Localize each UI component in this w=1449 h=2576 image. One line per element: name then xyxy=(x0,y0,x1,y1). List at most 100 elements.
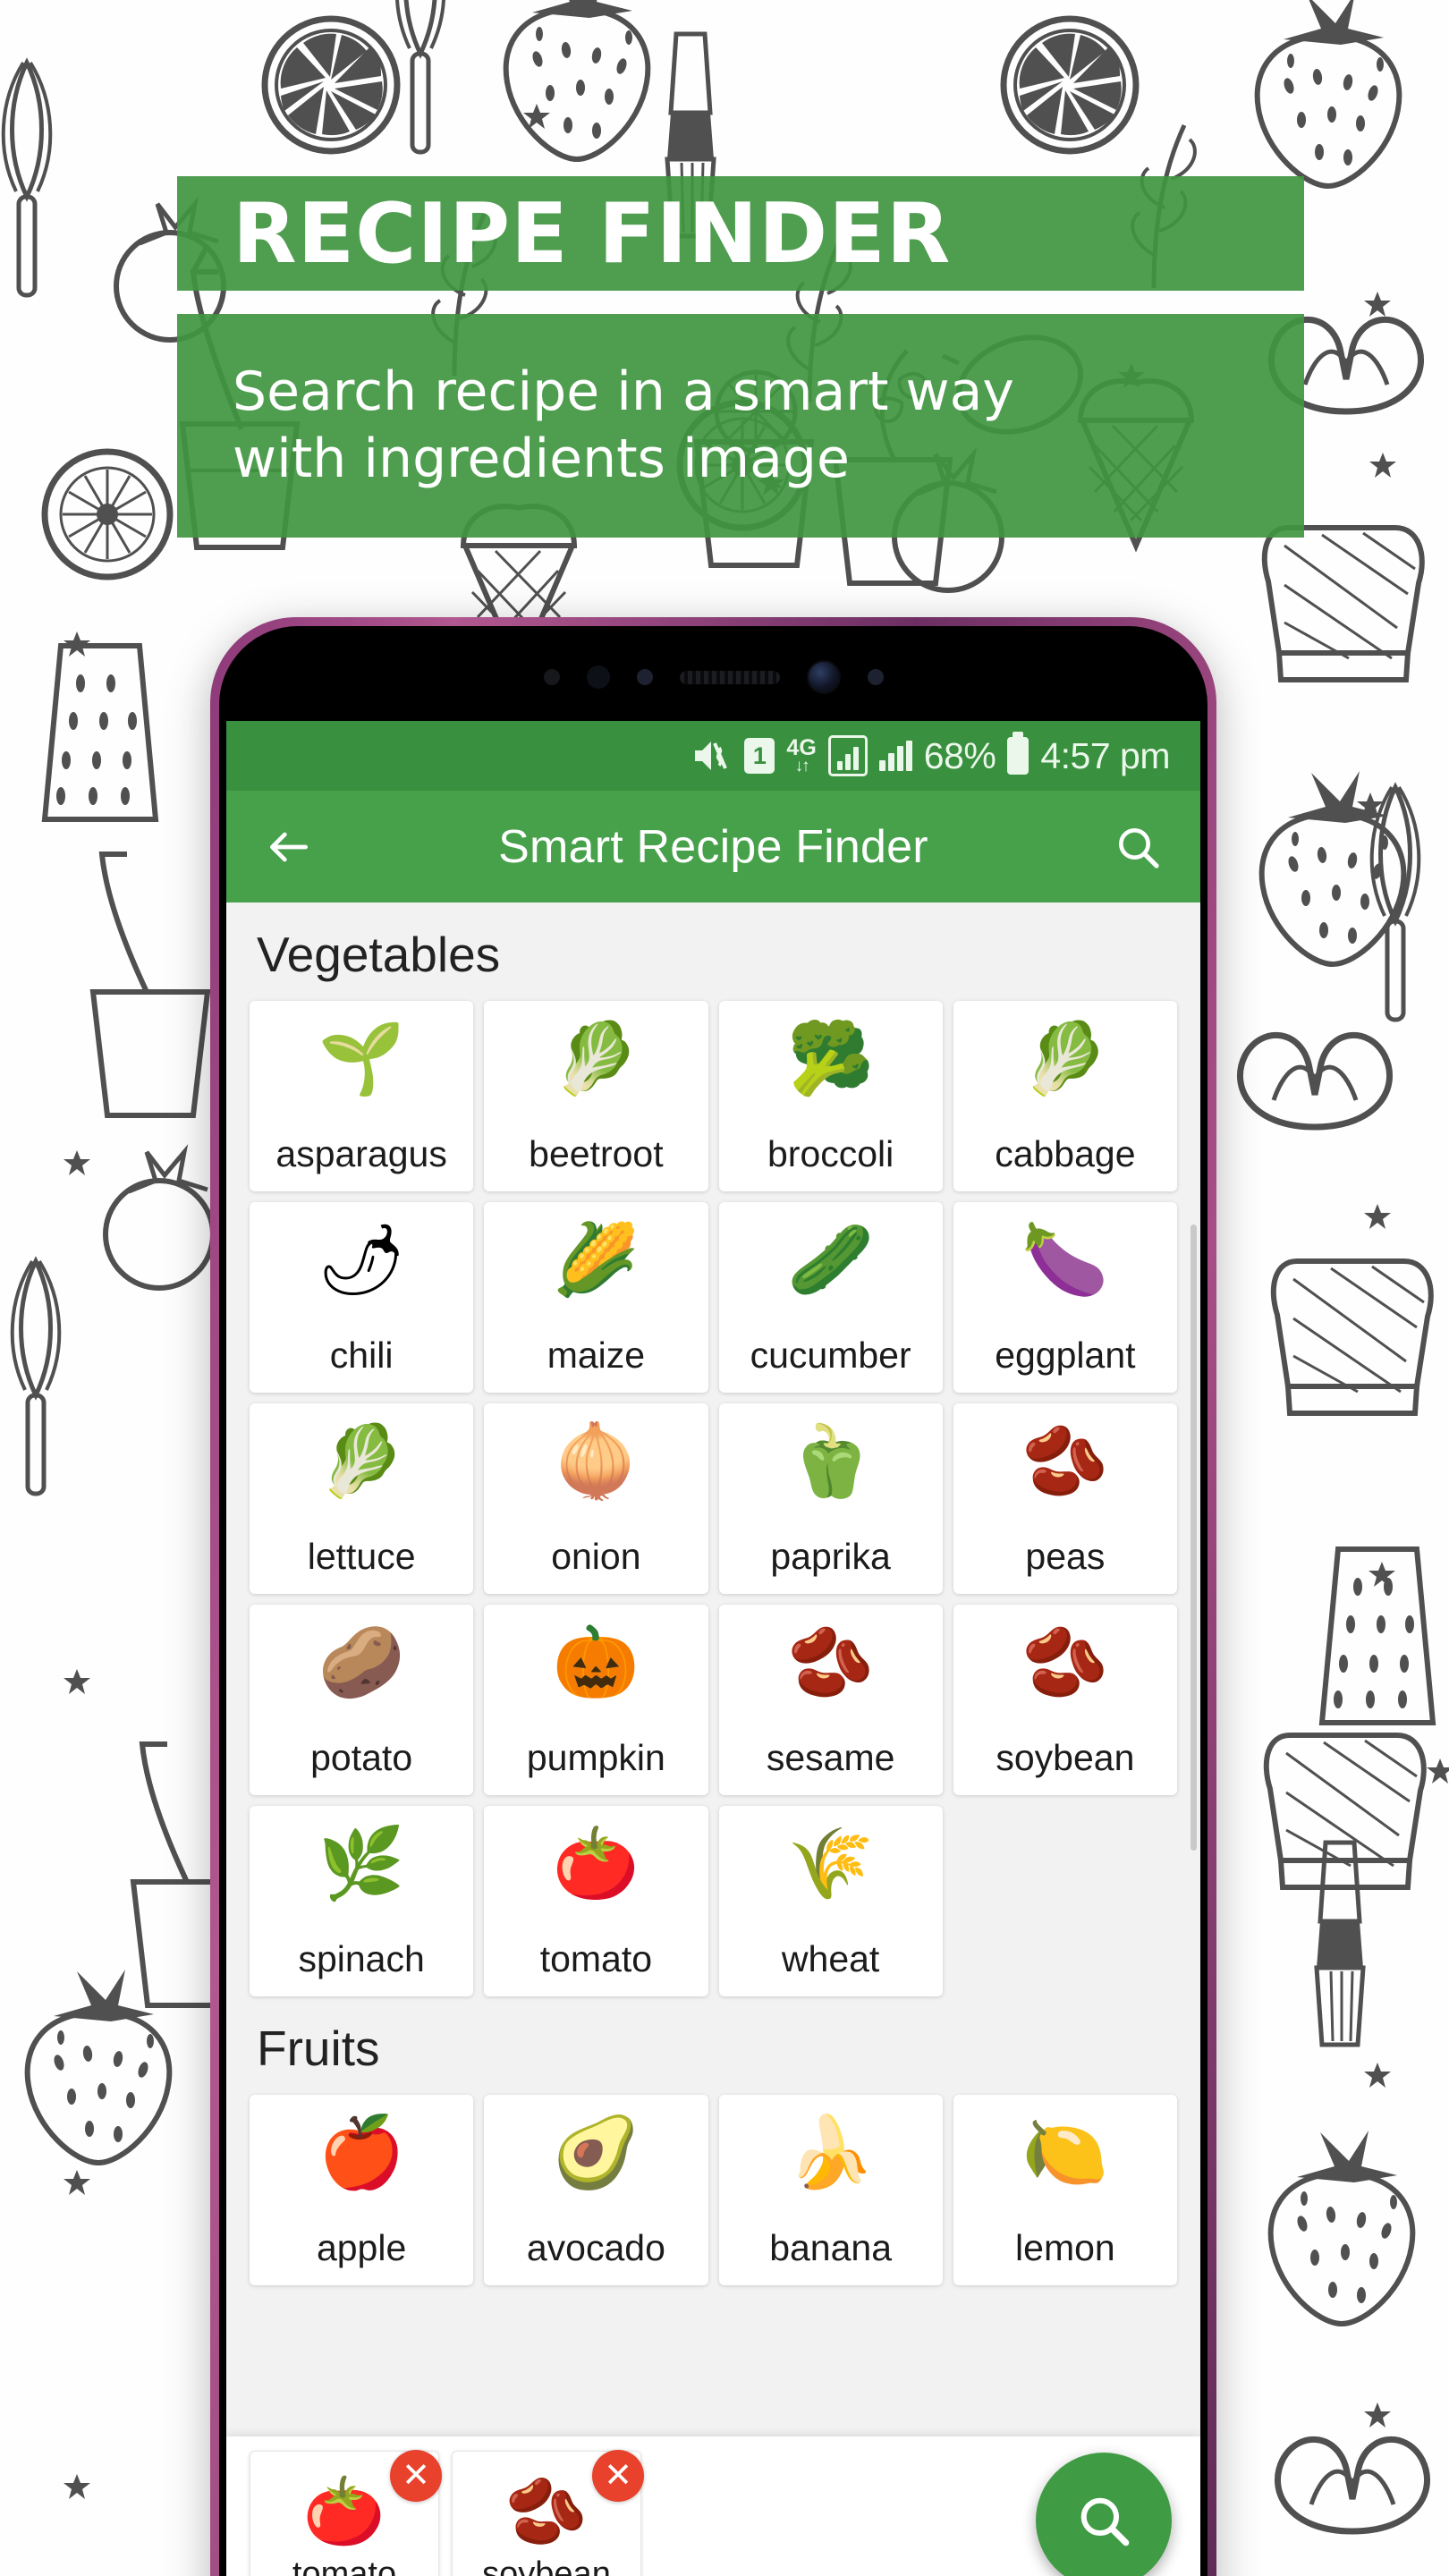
app-bar: Smart Recipe Finder xyxy=(226,791,1200,902)
ingredient-label: spinach xyxy=(298,1938,425,1979)
ingredient-card-beetroot[interactable]: 🥬 beetroot xyxy=(484,1001,708,1191)
ingredient-card-asparagus[interactable]: 🌱 asparagus xyxy=(250,1001,474,1191)
ingredient-card-pumpkin[interactable]: 🎃 pumpkin xyxy=(484,1605,708,1795)
ingredient-label: cabbage xyxy=(995,1133,1136,1174)
ingredient-label: apple xyxy=(316,2227,407,2268)
lemon-icon: 🍋 xyxy=(1021,2113,1109,2193)
peas-icon: 🫘 xyxy=(1021,1421,1109,1502)
battery-icon xyxy=(1007,737,1030,775)
ingredient-card-onion[interactable]: 🧅 onion xyxy=(484,1403,708,1594)
cucumber-icon: 🥒 xyxy=(787,1220,875,1301)
ingredient-label: asparagus xyxy=(275,1133,447,1174)
soybean-icon: 🫘 xyxy=(504,2473,589,2550)
light-sensor-icon xyxy=(636,669,653,685)
ingredient-card-spinach[interactable]: 🌿 spinach xyxy=(250,1806,474,1996)
search-fab-button[interactable] xyxy=(1036,2453,1172,2576)
ingredient-card-cabbage[interactable]: 🥬 cabbage xyxy=(953,1001,1177,1191)
ingredient-card-cucumber[interactable]: 🥒 cucumber xyxy=(718,1202,943,1393)
promo-subtitle-banner: Search recipe in a smart way with ingred… xyxy=(177,314,1304,538)
ingredient-label: eggplant xyxy=(995,1335,1136,1376)
sim-indicator: 1 xyxy=(744,738,775,774)
ingredient-label: onion xyxy=(551,1536,641,1577)
search-icon xyxy=(1080,2497,1130,2546)
cabbage-icon: 🥬 xyxy=(1021,1019,1109,1099)
paprika-icon: 🫑 xyxy=(787,1421,875,1502)
tomato-icon: 🍅 xyxy=(302,2473,386,2550)
ingredient-card-broccoli[interactable]: 🥦 broccoli xyxy=(718,1001,943,1191)
fruits-grid: 🍎 apple 🥑 avocado 🍌 banana 🍋 lemon xyxy=(226,2095,1200,2285)
selected-chip-soybean[interactable]: 🫘 soybean ✕ xyxy=(452,2450,644,2576)
selected-chip-label: soybean xyxy=(482,2555,611,2576)
ingredient-card-tomato[interactable]: 🍅 tomato xyxy=(484,1806,708,1996)
tomato-icon: 🍅 xyxy=(552,1824,640,1904)
spinach-icon: 🌿 xyxy=(318,1824,405,1904)
ingredient-card-peas[interactable]: 🫘 peas xyxy=(953,1403,1177,1594)
promo-subtitle-line2: with ingredients image xyxy=(233,428,850,490)
ingredient-card-potato[interactable]: 🥔 potato xyxy=(250,1605,474,1795)
ingredient-label: beetroot xyxy=(529,1133,664,1174)
ingredient-label: paprika xyxy=(770,1536,891,1577)
ingredient-card-sesame[interactable]: 🫘 sesame xyxy=(718,1605,943,1795)
led-indicator-icon xyxy=(867,669,884,685)
ingredient-label: broccoli xyxy=(767,1133,894,1174)
potato-icon: 🥔 xyxy=(318,1623,405,1703)
vegetables-grid-row3: 🥬 lettuce 🧅 onion 🫑 paprika 🫘 peas xyxy=(226,1403,1200,1594)
ingredient-label: avocado xyxy=(526,2227,665,2268)
ingredient-card-chili[interactable]: 🌶 chili xyxy=(250,1202,474,1393)
proximity-sensor-icon xyxy=(543,669,560,685)
status-bar: 1 4G ↓↑ 68% 4:57 pm xyxy=(226,721,1200,791)
maize-icon: 🌽 xyxy=(552,1220,640,1301)
broccoli-icon: 🥦 xyxy=(787,1019,875,1099)
ingredient-label: pumpkin xyxy=(526,1737,665,1778)
selected-chip-label: tomato xyxy=(292,2555,397,2576)
ingredient-label: chili xyxy=(329,1335,394,1376)
promo-subtitle-line1: Search recipe in a smart way xyxy=(233,360,1014,423)
screenshot-root: RECIPE FINDER Search recipe in a smart w… xyxy=(0,0,1449,2576)
iris-scanner-icon xyxy=(586,665,610,689)
section-heading-vegetables: Vegetables xyxy=(257,927,501,982)
onion-icon: 🧅 xyxy=(552,1421,640,1502)
ingredient-list-scroll[interactable]: Vegetables 🌱 asparagus 🥬 beetroot 🥦 broc… xyxy=(226,902,1200,2576)
ingredient-card-banana[interactable]: 🍌 banana xyxy=(718,2095,943,2285)
ingredient-label: peas xyxy=(1025,1536,1106,1577)
vegetables-grid-row2: 🌶 chili 🌽 maize 🥒 cucumber 🍆 eggplant xyxy=(226,1202,1200,1393)
ingredient-card-avocado[interactable]: 🥑 avocado xyxy=(484,2095,708,2285)
wheat-icon: 🌾 xyxy=(787,1824,875,1904)
eggplant-icon: 🍆 xyxy=(1021,1220,1109,1301)
ingredient-label: soybean xyxy=(996,1737,1135,1778)
back-arrow-icon[interactable] xyxy=(264,822,314,872)
vegetables-grid-row4: 🥔 potato 🎃 pumpkin 🫘 sesame 🫘 soybean xyxy=(226,1605,1200,1795)
ingredient-card-wheat[interactable]: 🌾 wheat xyxy=(718,1806,943,1996)
ingredient-label: cucumber xyxy=(750,1335,911,1376)
ingredient-label: wheat xyxy=(781,1938,880,1979)
vertical-scrollbar[interactable] xyxy=(1191,1224,1197,1851)
ingredient-label: banana xyxy=(769,2227,893,2268)
ingredient-card-eggplant[interactable]: 🍆 eggplant xyxy=(953,1202,1177,1393)
close-icon[interactable]: ✕ xyxy=(390,2450,442,2502)
search-icon[interactable] xyxy=(1113,822,1163,872)
mute-icon xyxy=(695,741,728,770)
ingredient-label: potato xyxy=(310,1737,413,1778)
promo-title-banner: RECIPE FINDER xyxy=(177,176,1304,291)
ingredient-card-paprika[interactable]: 🫑 paprika xyxy=(718,1403,943,1594)
phone-sensor-bar xyxy=(226,633,1200,721)
ingredient-card-soybean[interactable]: 🫘 soybean xyxy=(953,1605,1177,1795)
ingredient-card-maize[interactable]: 🌽 maize xyxy=(484,1202,708,1393)
phone-bezel: 1 4G ↓↑ 68% 4:57 pm Smart Recipe Finder … xyxy=(219,626,1208,2576)
section-heading-fruits: Fruits xyxy=(257,2021,380,2076)
ingredient-card-apple[interactable]: 🍎 apple xyxy=(250,2095,474,2285)
apple-icon: 🍎 xyxy=(318,2113,405,2193)
phone-mockup: 1 4G ↓↑ 68% 4:57 pm Smart Recipe Finder … xyxy=(210,617,1216,2576)
lettuce-icon: 🥬 xyxy=(318,1421,405,1502)
selected-chip-tomato[interactable]: 🍅 tomato ✕ xyxy=(250,2450,442,2576)
beetroot-icon: 🥬 xyxy=(552,1019,640,1099)
sim2-signal-icon xyxy=(878,741,912,771)
asparagus-icon: 🌱 xyxy=(318,1019,405,1099)
vegetables-grid: 🌱 asparagus 🥬 beetroot 🥦 broccoli 🥬 cabb… xyxy=(226,1001,1200,1191)
ingredient-card-lemon[interactable]: 🍋 lemon xyxy=(953,2095,1177,2285)
battery-percent-label: 68% xyxy=(923,734,996,776)
ingredient-card-lettuce[interactable]: 🥬 lettuce xyxy=(250,1403,474,1594)
chili-icon: 🌶 xyxy=(317,1220,406,1301)
pumpkin-icon: 🎃 xyxy=(552,1623,640,1703)
close-icon[interactable]: ✕ xyxy=(592,2450,644,2502)
